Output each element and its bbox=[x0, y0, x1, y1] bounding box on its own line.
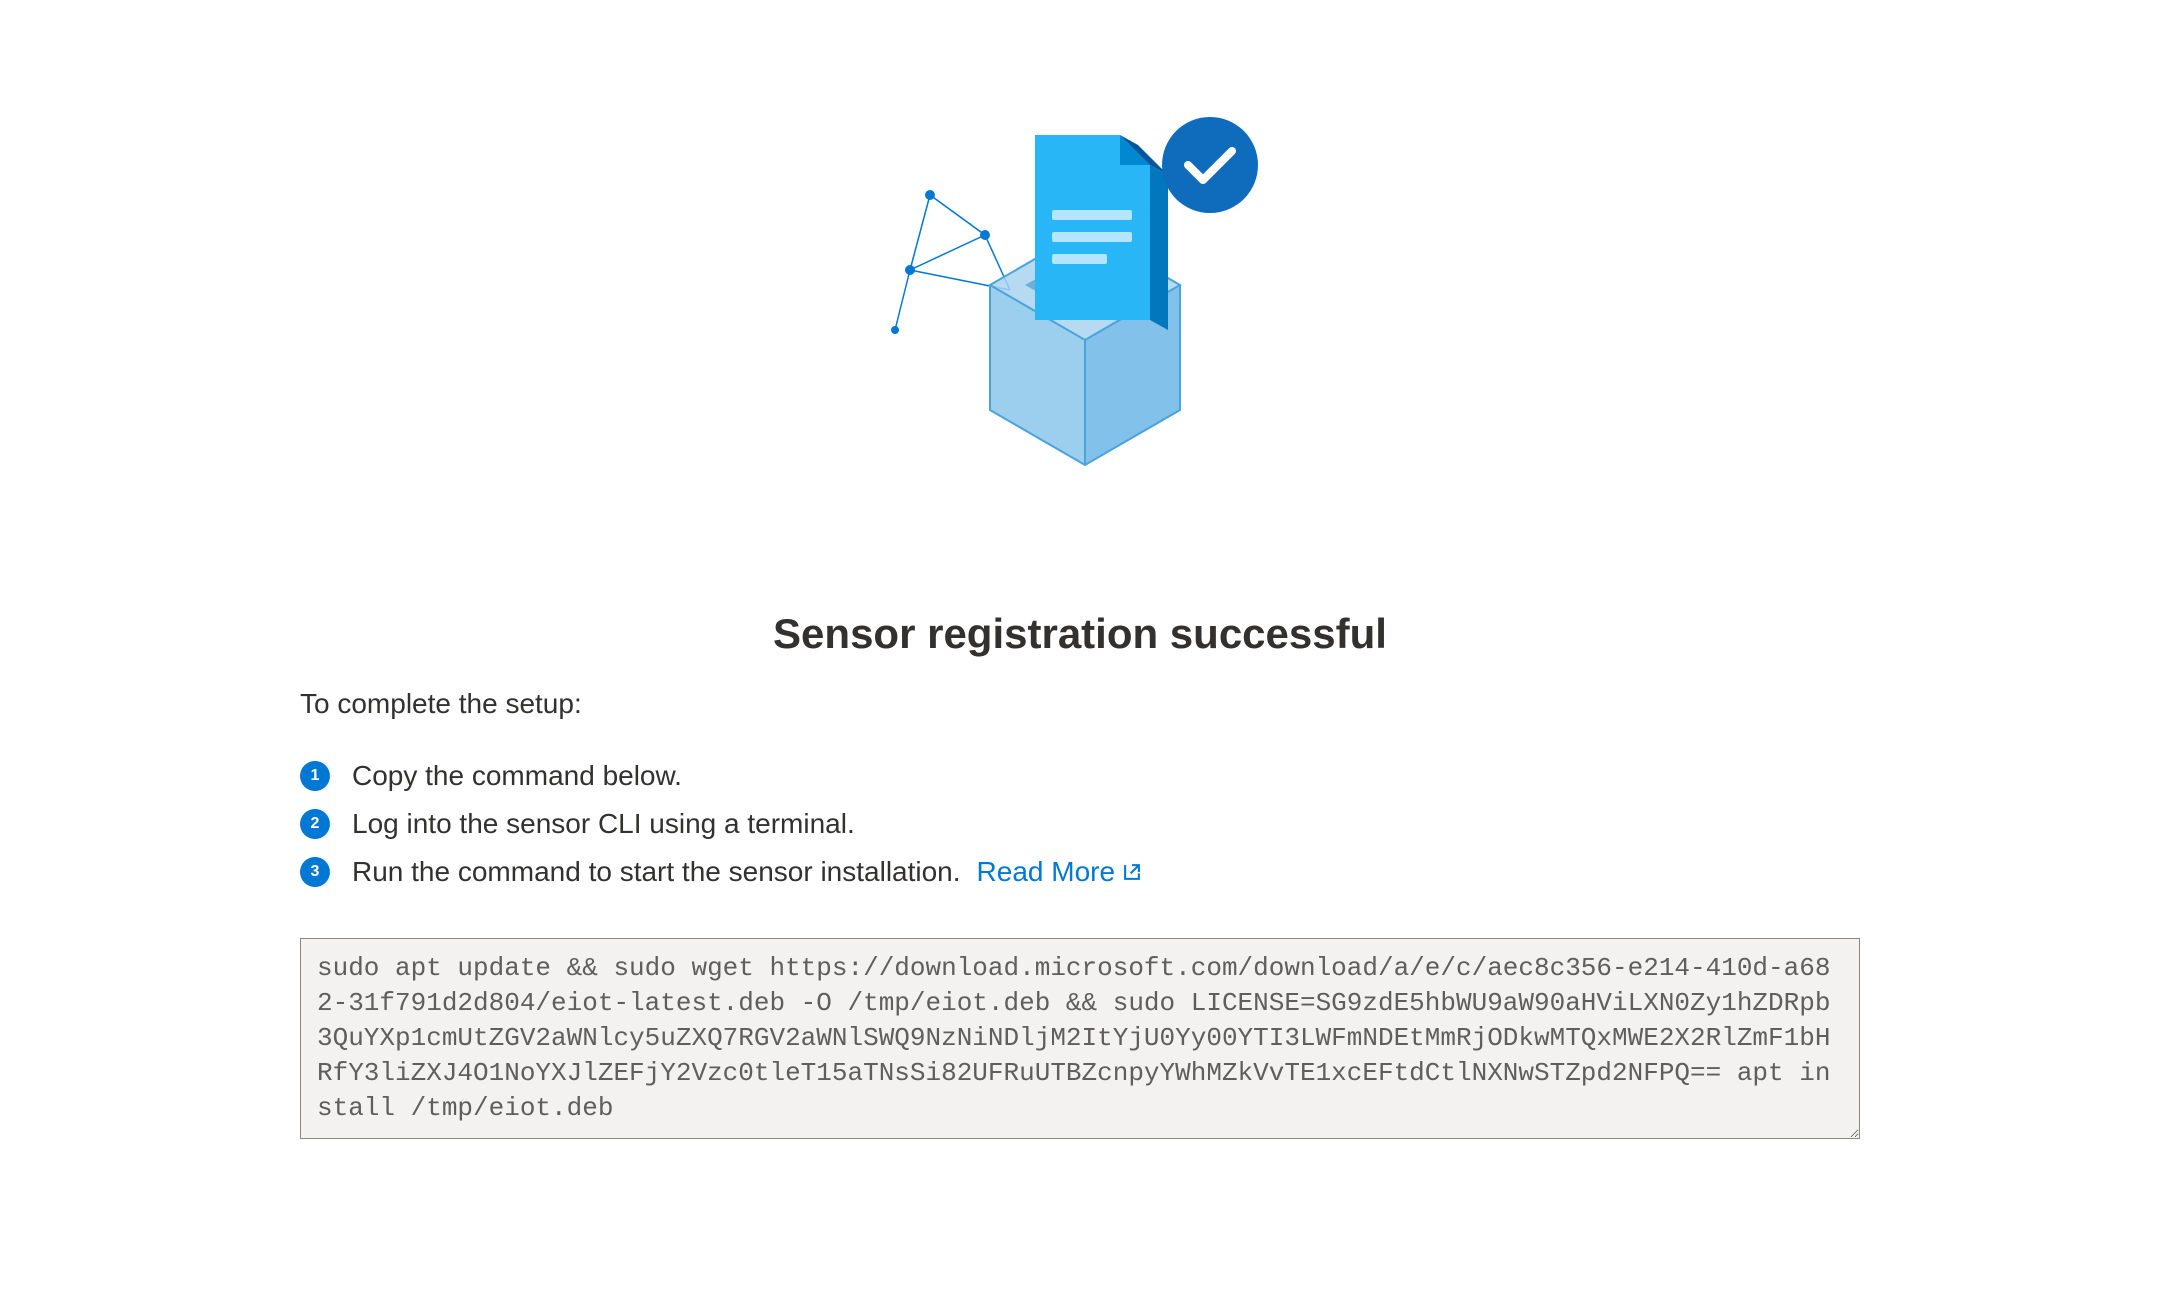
external-link-icon bbox=[1121, 861, 1143, 883]
step-text: Log into the sensor CLI using a terminal… bbox=[352, 808, 855, 840]
main-container: Sensor registration successful To comple… bbox=[140, 70, 2020, 1139]
step-number-badge: 2 bbox=[300, 809, 330, 839]
step-number-badge: 3 bbox=[300, 857, 330, 887]
step-item: 2 Log into the sensor CLI using a termin… bbox=[300, 808, 2020, 840]
command-textarea[interactable]: sudo apt update && sudo wget https://dow… bbox=[300, 938, 1860, 1139]
step-item: 1 Copy the command below. bbox=[300, 760, 2020, 792]
read-more-link[interactable]: Read More bbox=[977, 856, 1144, 888]
steps-list: 1 Copy the command below. 2 Log into the… bbox=[140, 760, 2020, 888]
box-document-check-icon bbox=[870, 70, 1290, 490]
step-item: 3 Run the command to start the sensor in… bbox=[300, 856, 2020, 888]
step-number-badge: 1 bbox=[300, 761, 330, 791]
step-text: Copy the command below. bbox=[352, 760, 682, 792]
read-more-label: Read More bbox=[977, 856, 1116, 888]
page-title: Sensor registration successful bbox=[140, 610, 2020, 658]
setup-subtitle: To complete the setup: bbox=[140, 688, 2020, 720]
step-text: Run the command to start the sensor inst… bbox=[352, 856, 961, 888]
success-illustration bbox=[140, 70, 2020, 490]
